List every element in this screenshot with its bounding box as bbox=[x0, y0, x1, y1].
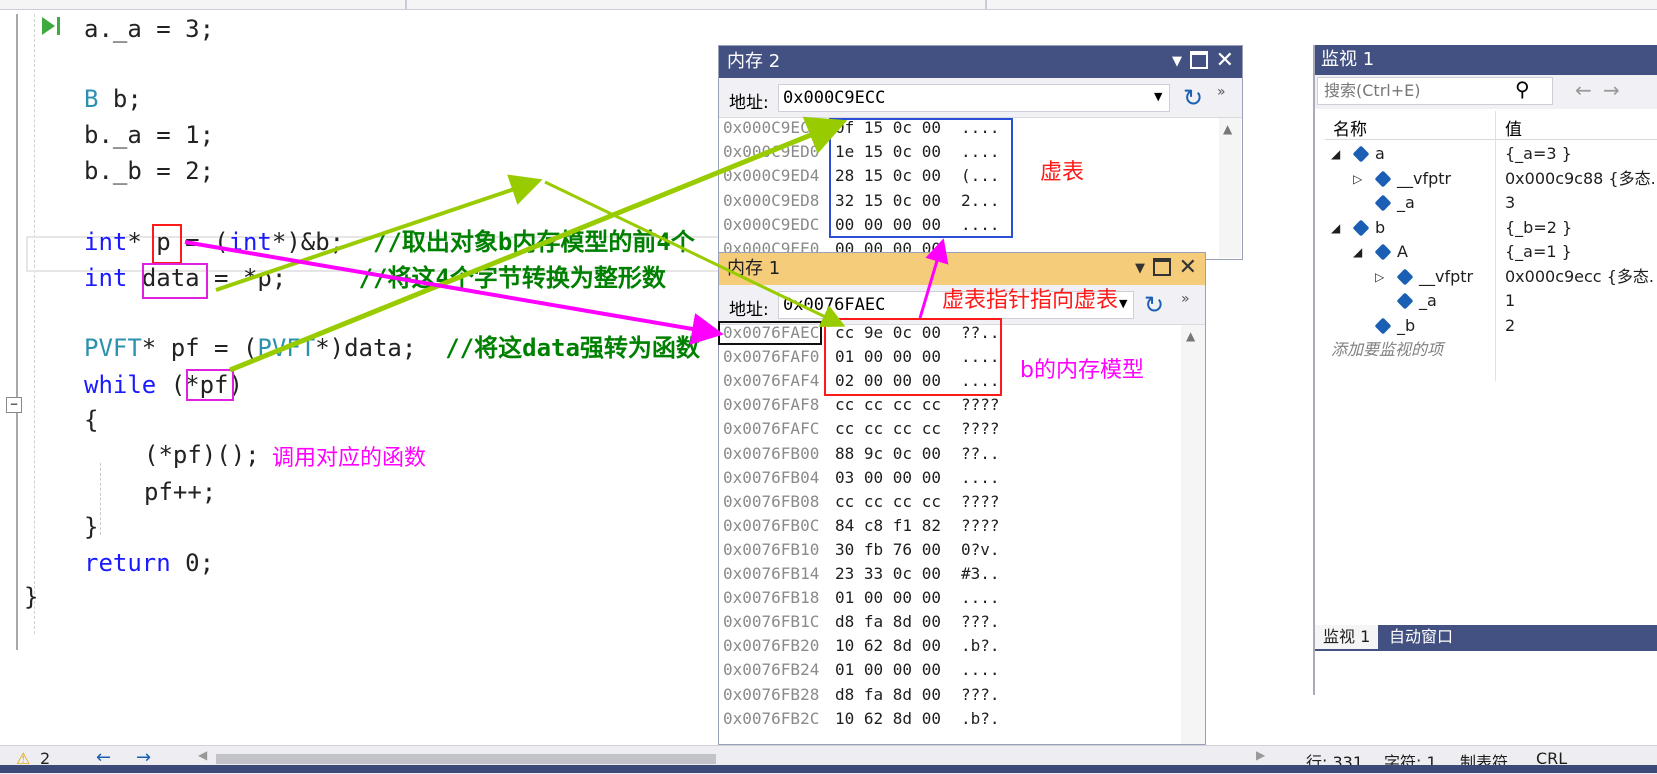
watch-name: __vfptr bbox=[1419, 266, 1474, 286]
collapse-arrow-icon[interactable]: ◢ bbox=[1331, 141, 1340, 167]
watch-row[interactable]: ▷ __vfptr 0x000c9c88 {多态. bbox=[1315, 166, 1657, 192]
add-watch-item[interactable]: 添加要监视的项 bbox=[1315, 337, 1657, 363]
tab-autos[interactable]: 自动窗口 bbox=[1381, 625, 1461, 649]
field-icon bbox=[1352, 145, 1370, 163]
collapse-arrow-icon[interactable]: ◢ bbox=[1331, 215, 1340, 241]
field-icon bbox=[1374, 317, 1392, 334]
field-icon bbox=[1396, 268, 1414, 285]
tab-watch1[interactable]: 监视 1 bbox=[1315, 625, 1379, 649]
column-name-header[interactable]: 名称 bbox=[1333, 115, 1367, 140]
scroll-right-icon[interactable]: ▶ bbox=[1256, 748, 1265, 762]
watch-value: 0x000c9c88 {多态. bbox=[1505, 168, 1656, 188]
watch-row[interactable]: _a 3 bbox=[1315, 190, 1657, 216]
arrow-p-to-b bbox=[184, 240, 724, 345]
watch-name: __vfptr bbox=[1397, 168, 1452, 188]
watch-title: 监视 1 bbox=[1321, 49, 1375, 70]
watch-value: {_a=1 } bbox=[1505, 242, 1572, 261]
column-value-header[interactable]: 值 bbox=[1505, 115, 1522, 140]
watch-header: 名称 值 bbox=[1325, 111, 1657, 381]
watch-value: 3 bbox=[1505, 193, 1516, 212]
watch-name: a bbox=[1375, 144, 1385, 163]
collapse-arrow-icon[interactable]: ◢ bbox=[1353, 239, 1362, 265]
watch-name: b bbox=[1375, 217, 1386, 237]
arrow-vptr-to-vtable bbox=[918, 238, 949, 319]
field-icon bbox=[1374, 243, 1392, 261]
search-icon[interactable]: ⚲ bbox=[1515, 77, 1530, 101]
window-bottom-edge bbox=[0, 765, 1657, 773]
watch-row[interactable]: ◢ A {_a=1 } bbox=[1315, 239, 1657, 265]
watch-tab-bar: 监视 1 自动窗口 bbox=[1315, 625, 1657, 651]
back-arrow-icon[interactable]: ← bbox=[1575, 78, 1592, 102]
watch-row[interactable]: ◢ a {_a=3 } bbox=[1315, 141, 1657, 167]
watch-value: 2 bbox=[1505, 315, 1516, 335]
expand-arrow-icon[interactable]: ▷ bbox=[1353, 166, 1362, 192]
field-icon bbox=[1374, 194, 1392, 212]
watch-row[interactable]: ▷ __vfptr 0x000c9ecc {多态. bbox=[1315, 264, 1657, 290]
watch-title-bar[interactable]: 监视 1 bbox=[1315, 45, 1657, 75]
watch-value: {_a=3 } bbox=[1505, 144, 1572, 163]
field-icon bbox=[1352, 219, 1370, 236]
watch-row[interactable]: _a 1 bbox=[1315, 288, 1657, 314]
watch-row[interactable]: ◢ b {_b=2 } bbox=[1315, 215, 1657, 241]
forward-arrow-icon[interactable]: → bbox=[1603, 78, 1620, 102]
watch-row[interactable]: _b 2 bbox=[1315, 313, 1657, 339]
watch-name: _a bbox=[1397, 193, 1415, 212]
field-icon bbox=[1396, 292, 1414, 310]
arrow-pf-to-vtable bbox=[229, 116, 848, 373]
scroll-left-icon[interactable]: ◀ bbox=[198, 748, 207, 762]
watch-name: A bbox=[1397, 242, 1408, 261]
watch-value: 0x000c9ecc {多态. bbox=[1505, 266, 1654, 286]
watch-value: 1 bbox=[1505, 291, 1516, 310]
arrow-to-vptr bbox=[544, 180, 846, 328]
watch-name: _a bbox=[1419, 291, 1437, 310]
watch-window[interactable]: 监视 1 搜索(Ctrl+E) ⚲ ← → 名称 值 ◢ a {_a=3 } ▷ __v… bbox=[1313, 45, 1657, 695]
watch-value: {_b=2 } bbox=[1505, 217, 1573, 237]
horizontal-scrollbar[interactable] bbox=[216, 754, 716, 764]
watch-name: _b bbox=[1397, 315, 1416, 335]
expand-arrow-icon[interactable]: ▷ bbox=[1375, 264, 1384, 290]
field-icon bbox=[1374, 170, 1392, 187]
